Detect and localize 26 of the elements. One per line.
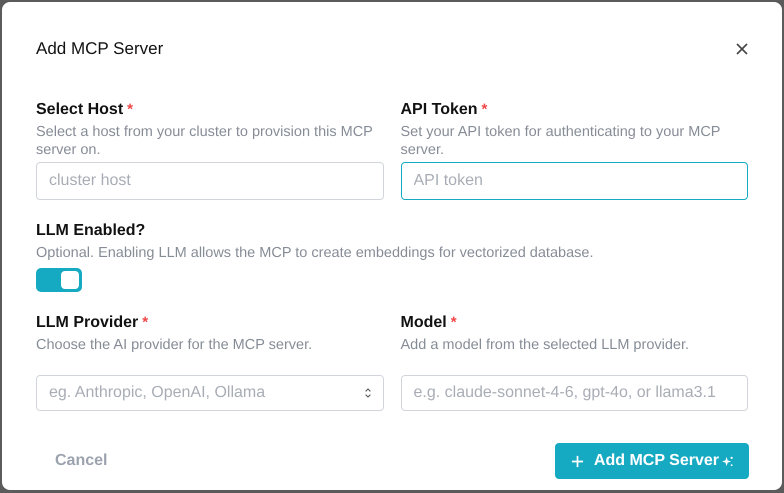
input-field[interactable]: e.g. claude-sonnet-4-6, gpt-4o, or llama3.1 — [400, 375, 748, 411]
field-label: LLM Provider — [36, 313, 138, 333]
required-mark: * — [450, 312, 457, 333]
help-text: Choose the AI provider for the MCP server. — [36, 336, 314, 355]
sparkle-icon — [722, 456, 733, 466]
plus-icon — [570, 454, 584, 468]
toggle-switch[interactable] — [36, 268, 82, 292]
input-field[interactable]: cluster host — [36, 162, 384, 200]
field-label: API Token — [400, 100, 478, 120]
dialog-title: Add MCP Server — [36, 38, 164, 60]
input-field[interactable]: API token — [400, 162, 748, 200]
required-mark: * — [127, 100, 133, 120]
help-text: Set your API token for authenticating to your MCP server. — [400, 123, 722, 159]
help-text: Optional. Enabling LLM allows the MCP to create embeddings for vectorized database. — [36, 244, 594, 262]
field-label: Select Host — [36, 100, 124, 120]
help-text: Select a host from your cluster to provision this MCP server on. — [36, 123, 374, 159]
cancel-button[interactable]: Cancel — [36, 443, 126, 479]
close-icon[interactable] — [734, 40, 750, 56]
field-label: Model — [400, 313, 447, 333]
help-text: Add a model from the selected LLM provider. — [400, 336, 690, 355]
chevron-updown-icon — [364, 387, 372, 399]
required-mark: * — [482, 100, 488, 120]
select-field[interactable]: eg. Anthropic, OpenAI, Ollama — [36, 375, 384, 411]
field-label: LLM Enabled? — [36, 221, 146, 241]
add-mcp-server-button[interactable]: Add MCP Server — [554, 443, 749, 479]
required-mark: * — [142, 312, 148, 333]
